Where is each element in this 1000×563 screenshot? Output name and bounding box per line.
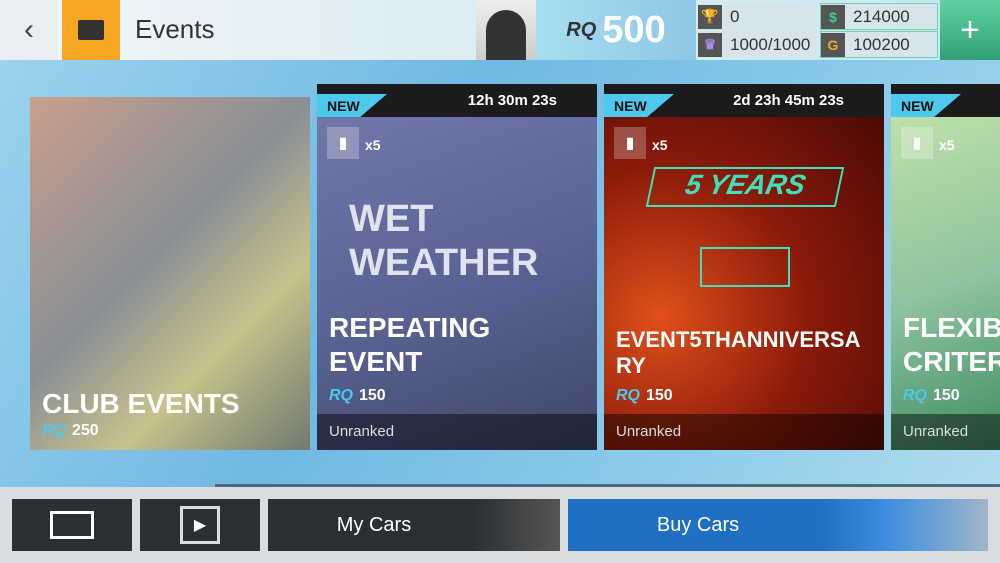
envelope-icon <box>50 511 94 539</box>
event-name: EVENT5THANNIVERSARY <box>616 327 861 378</box>
page-title: Events <box>135 14 215 44</box>
ticket-count: x5 <box>652 137 668 153</box>
ticket-icon: ▮ <box>901 127 933 159</box>
event-name: FLEXIB CRITER <box>903 312 1000 377</box>
avatar[interactable] <box>476 0 536 60</box>
new-badge: NEW <box>891 94 961 118</box>
event-status: Unranked <box>604 414 884 450</box>
event-art-text: 5 YEARS <box>645 167 845 207</box>
event-name: REPEATING EVENT <box>329 312 491 377</box>
event-art-text: WET WEATHER <box>349 198 539 284</box>
event-rq: RQ 150 <box>616 387 673 404</box>
ticket-count: x5 <box>365 137 381 153</box>
event-header: NEW <box>891 84 1000 118</box>
buy-cars-button[interactable]: Buy Cars <box>568 499 988 551</box>
ticket-count: x5 <box>939 137 955 153</box>
rq-display: RQ 500 <box>536 0 696 60</box>
gold-stat[interactable]: G 100200 <box>820 31 938 58</box>
cash-icon: $ <box>821 4 845 29</box>
cake-icon <box>700 247 790 287</box>
event-card-anniversary[interactable]: ▮ x5 5 YEARS EVENT5THANNIVERSARY RQ 150 Un… <box>604 117 884 450</box>
event-rq: RQ 150 <box>903 387 960 404</box>
gold-icon: G <box>821 32 845 57</box>
crowns-stat: ♛ 1000/1000 <box>698 31 816 58</box>
rq-value: 150 <box>646 387 673 404</box>
new-badge: NEW <box>317 94 387 118</box>
event-card-repeating[interactable]: ▮ x5 WET WEATHER REPEATING EVENT RQ 150 Un… <box>317 117 597 450</box>
rq-logo: RQ <box>566 18 597 41</box>
video-button[interactable]: ▶ <box>140 499 260 551</box>
event-header: NEW 12h 30m 23s <box>317 84 597 118</box>
event-rq: RQ 150 <box>329 387 386 404</box>
event-timer: 12h 30m 23s <box>467 92 557 109</box>
my-cars-label: My Cars <box>336 513 412 536</box>
trophies-value: 0 <box>730 6 740 26</box>
my-cars-button[interactable]: My Cars <box>268 499 560 551</box>
rq-value: 150 <box>359 387 386 404</box>
add-currency-button[interactable]: + <box>940 0 1000 60</box>
ticket-icon: ▮ <box>327 127 359 159</box>
cash-value: 214000 <box>853 6 910 26</box>
event-card-club[interactable]: CLUB EVENTS RQ 250 <box>30 97 310 450</box>
event-name: CLUB EVENTS <box>42 388 240 419</box>
event-status: Unranked <box>891 414 1000 450</box>
new-badge: NEW <box>604 94 674 118</box>
rq-value: 250 <box>72 422 99 439</box>
event-status: Unranked <box>317 414 597 450</box>
buy-cars-label: Buy Cars <box>656 513 740 536</box>
event-header: NEW 2d 23h 45m 23s <box>604 84 884 118</box>
ticket-icon: ▮ <box>614 127 646 159</box>
film-icon: ▶ <box>180 506 220 544</box>
cash-stat[interactable]: $214000 <box>820 3 938 30</box>
back-button[interactable]: ‹ <box>0 0 58 60</box>
event-timer: 2d 23h 45m 23s <box>733 92 844 109</box>
trophies-stat: 🏆 0 <box>698 3 816 30</box>
trophy-icon: 🏆 <box>698 4 722 29</box>
event-rq: RQ 250 <box>42 422 99 439</box>
crowns-value: 1000/1000 <box>730 34 811 54</box>
mail-button[interactable] <box>12 499 132 551</box>
event-card-flexible[interactable]: ▮ x5 FLEXIB CRITER RQ 150 Unranked <box>891 117 1000 450</box>
top-bar: ‹ Events RQ 500 🏆 0 ♛ 1000/1000 $214000 G 10… <box>0 0 1000 60</box>
events-icon <box>62 0 120 60</box>
crown-icon: ♛ <box>698 32 722 57</box>
bottom-bar: ▶ My Cars Buy Cars <box>0 487 1000 563</box>
rq-value: 150 <box>933 387 960 404</box>
gold-value: 100200 <box>853 34 910 54</box>
rq-value: 500 <box>602 8 666 51</box>
